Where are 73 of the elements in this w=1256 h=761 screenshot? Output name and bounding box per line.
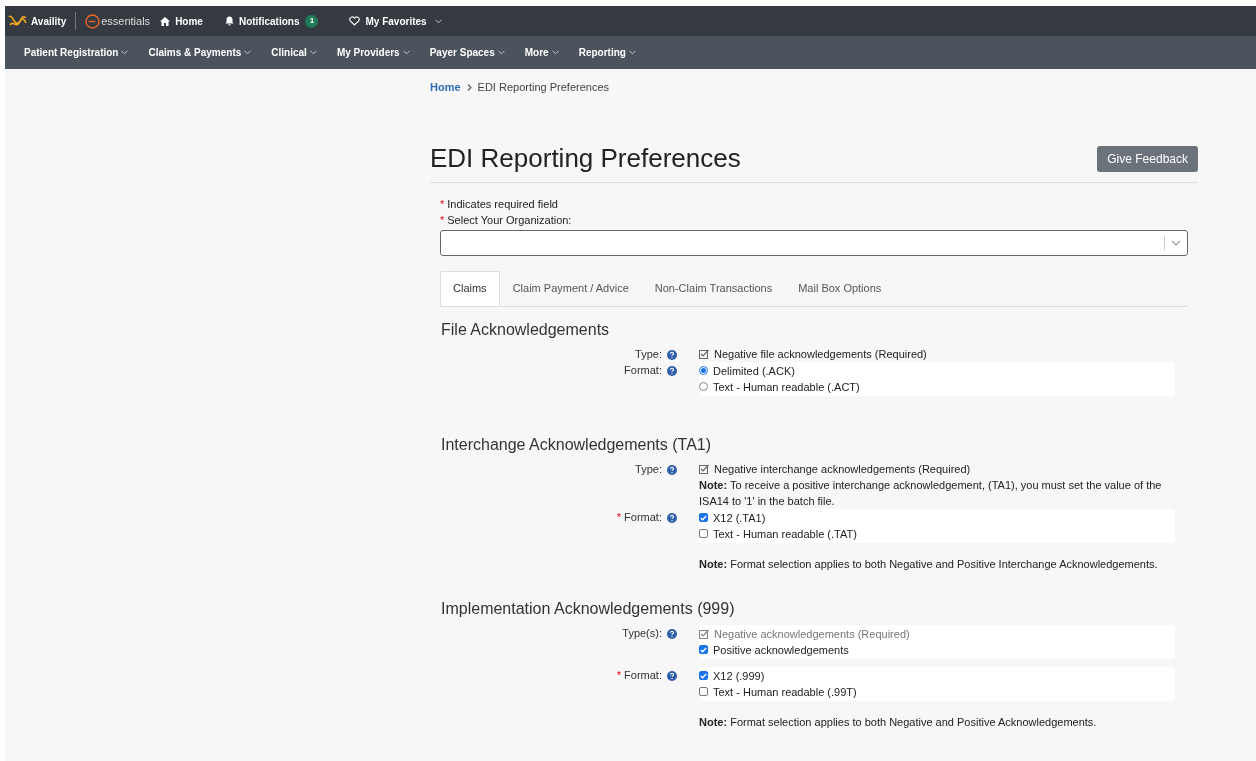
checkbox[interactable] [699,687,708,696]
page-title: EDI Reporting Preferences [430,141,741,174]
checkbox[interactable] [699,513,708,522]
nav-link[interactable]: Notifications 1 [224,13,319,29]
give-feedback-button[interactable]: Give Feedback [1097,145,1198,172]
caret-icon [551,50,559,55]
help-icon [667,464,677,475]
option-label: X12 (.999) [713,668,765,684]
notification-badge: 1 [305,14,319,28]
checkbox[interactable] [699,671,708,680]
help-icon [667,628,677,639]
checkbox[interactable] [699,529,708,538]
heart-icon [349,16,361,26]
nav-menu-item[interactable]: Clinical [271,45,317,60]
help-icon [667,512,677,523]
option-label: Negative acknowledgements (Required) [714,626,910,642]
caret-icon [244,50,252,55]
option-label: Negative interchange acknowledgements (Required) [714,461,971,477]
caret-icon [402,50,410,55]
breadcrumb-link[interactable]: Home [430,79,461,96]
radio-button[interactable] [699,382,708,391]
option-label: Text - Human readable (.99T) [713,684,857,700]
field-label: Type(s): [622,625,662,641]
field-label: * Format: [616,667,662,683]
bell-icon [224,16,234,26]
field-label: Type: [635,346,662,362]
caret-icon [309,50,317,55]
section-heading: Interchange Acknowledgements (TA1) [440,434,713,455]
nav-menu-item[interactable]: Claims & Payments [148,45,252,60]
caret-icon [434,18,442,24]
option-label: Delimited (.ACK) [713,363,795,379]
note-text: Note: Format selection applies to both Negative and Positive Acknowledgements. [699,714,1098,730]
product-logo[interactable]: essentials [85,12,151,30]
field-label: Format: [624,362,662,378]
option-label: X12 (.TA1) [713,510,766,526]
tab[interactable]: Mail Box Options [785,270,895,306]
option-label: Negative file acknowledgements (Required) [714,346,927,362]
option-label: Text - Human readable (.ACT) [713,379,860,395]
brand-logo[interactable]: Availity [8,13,67,29]
field-label: * Select Your Organization: [440,212,573,228]
field-label: * Format: [616,509,662,525]
breadcrumb-current: EDI Reporting Preferences [477,80,609,95]
caret-icon [497,50,505,55]
radio-button[interactable] [699,366,708,375]
help-icon [667,670,677,681]
option-label: Positive acknowledgements [713,642,849,658]
help-icon [667,365,677,376]
option-label: Text - Human readable (.TAT) [713,526,857,542]
section-heading: Implementation Acknowledgements (999) [440,598,736,619]
tab[interactable]: Claims [440,270,500,306]
field-label: Type: [635,461,662,477]
e-circle-logo-icon [85,13,101,29]
required-legend: * Indicates required field [440,196,1188,212]
help-icon [667,349,677,360]
nav-menu-item[interactable]: Payer Spaces [429,45,505,60]
nav-menu-item[interactable]: Reporting [578,45,636,60]
chevron-right-icon [466,83,472,91]
nav-menu-item[interactable]: My Providers [336,45,410,60]
nav-link[interactable]: My Favorites [349,13,442,29]
section-heading: File Acknowledgements [440,319,611,340]
tab[interactable]: Claim Payment / Advice [499,270,642,306]
note-text: Note: To receive a positive interchange acknowledgement, (TA1), you must set the value of the ISA14 to '1' in the batch file. [699,477,1163,509]
organization-select[interactable] [440,229,1188,256]
caret-icon [121,50,129,55]
checkbox[interactable] [699,645,708,654]
nav-link[interactable]: Home [160,13,203,29]
nav-menu-item[interactable]: More [524,45,559,60]
caret-icon [628,50,636,55]
tab[interactable]: Non-Claim Transactions [641,270,786,306]
nav-menu-item[interactable]: Patient Registration [24,45,129,60]
note-text: Note: Format selection applies to both Negative and Positive Interchange Acknowledgements. [699,556,1159,572]
chevron-down-icon [1171,239,1181,246]
home-icon [160,16,171,26]
